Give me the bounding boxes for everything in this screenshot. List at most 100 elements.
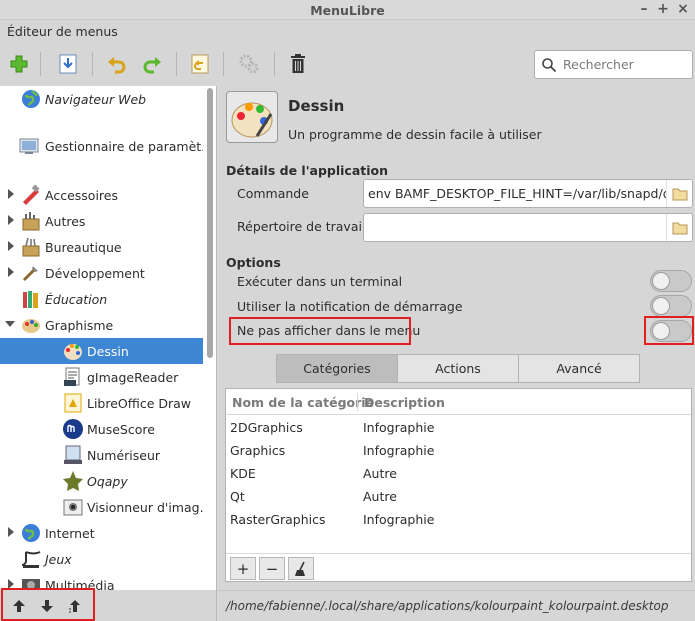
- tree-item-jeux[interactable]: Jeux: [0, 546, 203, 572]
- graphics-icon: [22, 319, 40, 333]
- close-button[interactable]: ×: [676, 2, 690, 16]
- tree-item-label: gImageReader: [87, 370, 179, 385]
- tree-item-label: LibreOffice Draw: [87, 396, 192, 411]
- accessories-icon: [23, 184, 40, 205]
- workdir-field[interactable]: [363, 213, 693, 242]
- tree-item-label: Graphisme: [45, 318, 114, 333]
- expander-right-icon[interactable]: [6, 215, 16, 225]
- cell-name: RasterGraphics: [230, 512, 326, 527]
- remove-category-button[interactable]: −: [259, 557, 285, 580]
- tree-item-libreoffice-draw[interactable]: LibreOffice Draw: [0, 390, 203, 416]
- expander-right-icon[interactable]: [6, 527, 16, 537]
- add-category-button[interactable]: +: [230, 557, 256, 580]
- tree-item-graphisme[interactable]: Graphisme: [0, 312, 203, 338]
- minimize-button[interactable]: –: [637, 2, 651, 16]
- ocr-icon: [64, 367, 80, 386]
- menu-editeur[interactable]: Éditeur de menus: [7, 24, 118, 39]
- expander-right-icon[interactable]: [6, 241, 16, 251]
- tree-item-gestionnaire[interactable]: Gestionnaire de paramèt...: [0, 133, 213, 159]
- tree-item-numeriseur[interactable]: Numériseur: [0, 442, 203, 468]
- tree-item-label: Éducation: [45, 292, 108, 307]
- cell-description: Autre: [363, 489, 397, 504]
- tree-item-bureautique[interactable]: Bureautique: [0, 234, 203, 260]
- other-icon: [22, 212, 40, 231]
- tree-item-autres[interactable]: Autres: [0, 208, 203, 234]
- tree-item-developpement[interactable]: Développement: [0, 260, 203, 286]
- table-row[interactable]: RasterGraphics Infographie: [226, 508, 691, 531]
- cell-description: Infographie: [363, 443, 435, 458]
- browse-command-button[interactable]: [666, 180, 692, 207]
- tree-scrollbar[interactable]: [203, 86, 216, 590]
- add-button[interactable]: [6, 51, 32, 77]
- options-section-title: Options: [226, 255, 281, 270]
- command-field[interactable]: env BAMF_DESKTOP_FILE_HINT=/var/lib/snap…: [363, 179, 693, 208]
- table-row[interactable]: KDE Autre: [226, 462, 691, 485]
- browse-workdir-button[interactable]: [666, 214, 692, 241]
- globe-icon: [22, 90, 40, 108]
- redo-button[interactable]: [139, 51, 165, 77]
- table-row[interactable]: Graphics Infographie: [226, 439, 691, 462]
- tree-item-label: Internet: [45, 526, 95, 541]
- table-row[interactable]: Qt Autre: [226, 485, 691, 508]
- column-header-name[interactable]: Nom de la catégorie: [232, 395, 374, 410]
- cell-name: KDE: [230, 466, 256, 481]
- trash-icon: [291, 54, 305, 73]
- scrollbar-thumb[interactable]: [207, 88, 213, 358]
- folder-icon: [672, 222, 687, 234]
- tree-item-accessoires[interactable]: Accessoires: [0, 182, 203, 208]
- menu-bar: Éditeur de menus: [0, 20, 695, 42]
- tree-item-education[interactable]: Éducation: [0, 286, 203, 312]
- tab-categories[interactable]: Catégories: [276, 354, 398, 383]
- expander-right-icon[interactable]: [6, 267, 16, 277]
- tree-item-label: Développement: [45, 266, 145, 281]
- maximize-button[interactable]: +: [656, 2, 670, 16]
- workdir-label: Répertoire de travail: [237, 219, 366, 234]
- revert-icon: [191, 54, 209, 74]
- tree-item-label: Autres: [45, 214, 86, 229]
- app-description[interactable]: Un programme de dessin facile à utiliser: [288, 127, 542, 142]
- option-notification-label: Utiliser la notification de démarrage: [237, 299, 463, 314]
- status-bar: /home/fabienne/.local/share/applications…: [218, 590, 695, 621]
- highlight-box: [1, 588, 95, 621]
- terminal-toggle[interactable]: [650, 270, 692, 292]
- title-bar: MenuLibre – + ×: [0, 0, 695, 20]
- tree-item-internet[interactable]: Internet: [0, 520, 203, 546]
- desktop-file-path: /home/fabienne/.local/share/applications…: [226, 599, 669, 613]
- toggle-knob: [652, 297, 670, 315]
- clear-categories-button[interactable]: [288, 557, 314, 580]
- tab-actions[interactable]: Actions: [397, 354, 519, 383]
- tree-item-label: Navigateur Web: [45, 92, 147, 107]
- app-name[interactable]: Dessin: [288, 97, 344, 115]
- redo-icon: [143, 57, 161, 74]
- table-header: Nom de la catégorie Description: [226, 389, 691, 415]
- command-input[interactable]: env BAMF_DESKTOP_FILE_HINT=/var/lib/snap…: [368, 186, 692, 201]
- expander-down-icon[interactable]: [5, 319, 15, 329]
- musescore-icon: [63, 419, 83, 439]
- table-row[interactable]: 2DGraphics Infographie: [226, 416, 691, 439]
- tree-item-gimagereader[interactable]: gImageReader: [0, 364, 203, 390]
- column-header-description[interactable]: Description: [364, 395, 445, 410]
- startup-notification-toggle[interactable]: [650, 295, 692, 317]
- tree-item-visionneur[interactable]: Visionneur d'imag...: [0, 494, 212, 520]
- expander-right-icon[interactable]: [6, 189, 16, 199]
- app-icon-button[interactable]: [226, 91, 278, 143]
- save-button[interactable]: [55, 51, 81, 77]
- tree-item-oqapy[interactable]: Oqapy: [0, 468, 203, 494]
- tree-item-label: Accessoires: [45, 188, 118, 203]
- tree-item-navigateur-web[interactable]: Navigateur Web: [0, 86, 203, 112]
- broom-icon: [295, 561, 305, 576]
- toolbar-separator: [92, 52, 93, 76]
- tab-avance[interactable]: Avancé: [518, 354, 640, 383]
- delete-button[interactable]: [285, 51, 311, 77]
- details-section-title: Détails de l'application: [226, 163, 389, 178]
- tree-item-dessin[interactable]: Dessin: [0, 338, 203, 364]
- search-box[interactable]: [534, 50, 693, 79]
- revert-button[interactable]: [187, 51, 213, 77]
- tree-item-musescore[interactable]: MuseScore: [0, 416, 203, 442]
- settings-button[interactable]: [236, 51, 262, 77]
- image-viewer-icon: [63, 499, 83, 516]
- column-separator: [357, 393, 358, 411]
- undo-button[interactable]: [104, 51, 130, 77]
- table-toolbar: + −: [226, 553, 691, 581]
- search-input[interactable]: [561, 56, 689, 73]
